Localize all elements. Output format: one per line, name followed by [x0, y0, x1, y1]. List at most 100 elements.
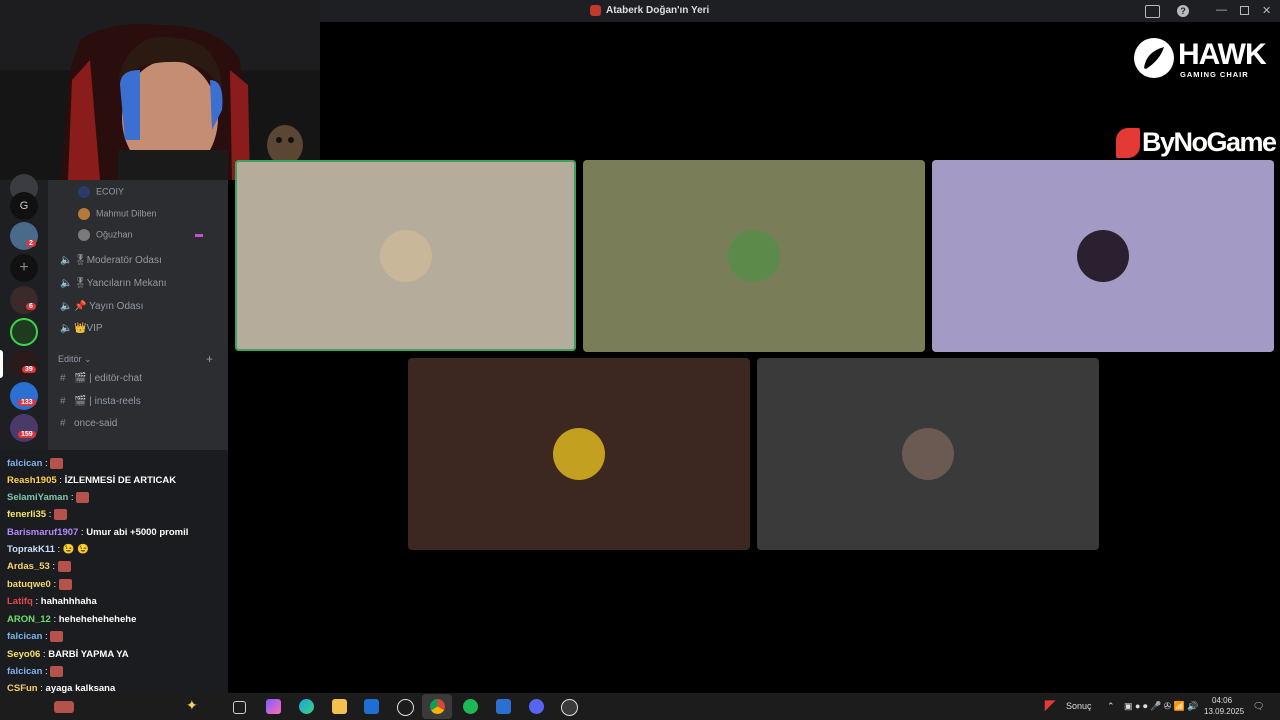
voice-channel[interactable]: 🔈 👑VIP [60, 323, 103, 334]
chat-username: Seyo06 [7, 649, 41, 660]
discord-icon[interactable] [529, 699, 544, 714]
participant-tile[interactable] [757, 358, 1099, 550]
notification-icon[interactable]: 🗨 [1253, 701, 1264, 712]
channel-prefix: 🎬 | [74, 396, 92, 407]
close-button[interactable]: ✕ [1262, 4, 1271, 17]
chat-message: ToprakK11 : 😉 😉 [7, 544, 89, 555]
help-icon[interactable]: ? [1177, 5, 1189, 17]
app-icon[interactable] [496, 699, 511, 714]
voice-channel[interactable]: 🔈 📌 Yayın Odası [60, 301, 143, 312]
chat-emote-icon [50, 631, 64, 642]
obs-icon[interactable] [561, 699, 578, 716]
unread-badge: 39 [22, 366, 36, 373]
chat-separator: : [42, 666, 51, 678]
weather-label[interactable]: Sonuç [1066, 701, 1092, 711]
voice-channel[interactable]: 🔈 🎖Moderatör Odası [60, 255, 162, 266]
clock-time[interactable]: 04:06 [1212, 696, 1232, 705]
category-header[interactable]: Editör ⌄ [58, 354, 92, 365]
chat-emote-icon [76, 492, 90, 503]
channel-label: Yancıların Mekanı [86, 278, 167, 289]
unread-badge: 6 [26, 303, 36, 310]
chat-username: Barismaruf1907 [7, 527, 79, 538]
voice-user-name: Mahmut Dilben [96, 208, 157, 219]
selected-server-indicator [0, 350, 3, 378]
chat-text: hehehehehehehe [58, 614, 137, 625]
maximize-button[interactable] [1240, 6, 1249, 15]
webcam-feed [0, 0, 320, 180]
chrome-icon[interactable] [430, 699, 445, 714]
hawk-feather-icon [1134, 38, 1174, 78]
chat-username: Ardas_53 [7, 561, 50, 573]
chat-separator: : [50, 579, 59, 591]
avatar [902, 428, 954, 480]
participant-tile[interactable] [408, 358, 750, 550]
channel-label: Moderatör Odası [86, 255, 162, 266]
chat-separator: : [54, 544, 63, 555]
task-view-icon[interactable] [233, 701, 246, 714]
edge-icon[interactable] [299, 699, 314, 714]
xbox-icon[interactable] [397, 699, 414, 716]
chat-username: falcican [7, 666, 43, 678]
unread-badge: 133 [18, 399, 36, 406]
chat-separator: : [42, 458, 51, 470]
server-icon[interactable]: + [10, 254, 38, 282]
speaker-icon: 🔈 [60, 255, 73, 266]
voice-user[interactable]: Mahmut Dilben [78, 208, 157, 220]
hashtag-icon: # [60, 396, 66, 407]
copilot-icon[interactable] [266, 699, 281, 714]
participant-tile[interactable] [235, 160, 576, 351]
chat-message: Reash1905 : İZLENMESİ DE ARTICAK [7, 475, 176, 486]
file-explorer-icon[interactable] [332, 699, 347, 714]
chevron-up-icon[interactable]: ⌃ [1107, 701, 1115, 712]
chat-username: falcican [7, 458, 43, 470]
chat-text: hahahhhaha [40, 596, 97, 607]
window-title: Ataberk Doğan'ın Yeri [606, 5, 710, 16]
voice-user[interactable]: ECOIY [78, 186, 124, 198]
channel-label: editör-chat [94, 373, 142, 384]
text-channel[interactable]: # once-said [60, 418, 117, 429]
chat-separator: : [42, 631, 51, 643]
avatar [78, 186, 90, 198]
chat-text: Umur abi +5000 promil [86, 527, 189, 538]
tray-icons[interactable]: ▣ ● ⏺ 🎤 ✇ 📶 🔊 [1124, 701, 1199, 712]
participant-tile[interactable] [932, 160, 1274, 352]
bynogame-mark-icon [1116, 128, 1140, 158]
text-channel[interactable]: # 🎬 | insta-reels [60, 396, 141, 407]
server-icon[interactable]: G [10, 192, 38, 220]
server-icon[interactable] [10, 286, 38, 314]
bynogame-logo: ByNoGame [1116, 126, 1280, 160]
unread-badge: 159 [18, 431, 36, 438]
clock-date[interactable]: 13.09.2025 [1204, 707, 1244, 716]
hashtag-icon: # [60, 373, 66, 384]
avatar [553, 428, 605, 480]
channel-prefix: 👑 [74, 323, 87, 334]
channel-label: Yayın Odası [89, 301, 144, 312]
outlook-icon[interactable] [364, 699, 379, 714]
server-icon[interactable] [10, 318, 38, 346]
avatar [78, 229, 90, 241]
chat-username: Latifq [7, 596, 33, 607]
chat-message: Ardas_53 : [7, 561, 71, 572]
server-icon[interactable] [10, 350, 38, 378]
unread-badge: 2 [26, 240, 36, 247]
streamer-webcam [0, 0, 320, 180]
speaker-icon: 🔈 [60, 278, 73, 289]
chat-text: ayaga kalksana [45, 683, 116, 693]
chat-message: CSFun : ayaga kalksana [7, 683, 115, 693]
participant-tile[interactable] [583, 160, 925, 352]
hawk-logo: HAWK GAMING CHAIR [1134, 38, 1267, 82]
minimize-button[interactable]: — [1216, 4, 1227, 16]
channel-label: once-said [74, 418, 118, 429]
chat-message: SelamiYaman : [7, 492, 90, 503]
add-channel-icon[interactable]: + [206, 352, 213, 366]
hashtag-icon: # [60, 418, 66, 429]
chat-emote-icon [50, 666, 64, 677]
voice-channel[interactable]: 🔈 🎖Yancıların Mekanı [60, 278, 167, 289]
voice-user[interactable]: Oğuzhan [78, 229, 203, 241]
screen-share-icon[interactable] [1145, 5, 1160, 18]
chat-message: falcican : [7, 631, 64, 643]
spotify-icon[interactable] [463, 699, 478, 714]
chat-username: Reash1905 [7, 475, 57, 486]
chat-message: falcican : [7, 666, 64, 678]
text-channel[interactable]: # 🎬 | editör-chat [60, 373, 142, 384]
